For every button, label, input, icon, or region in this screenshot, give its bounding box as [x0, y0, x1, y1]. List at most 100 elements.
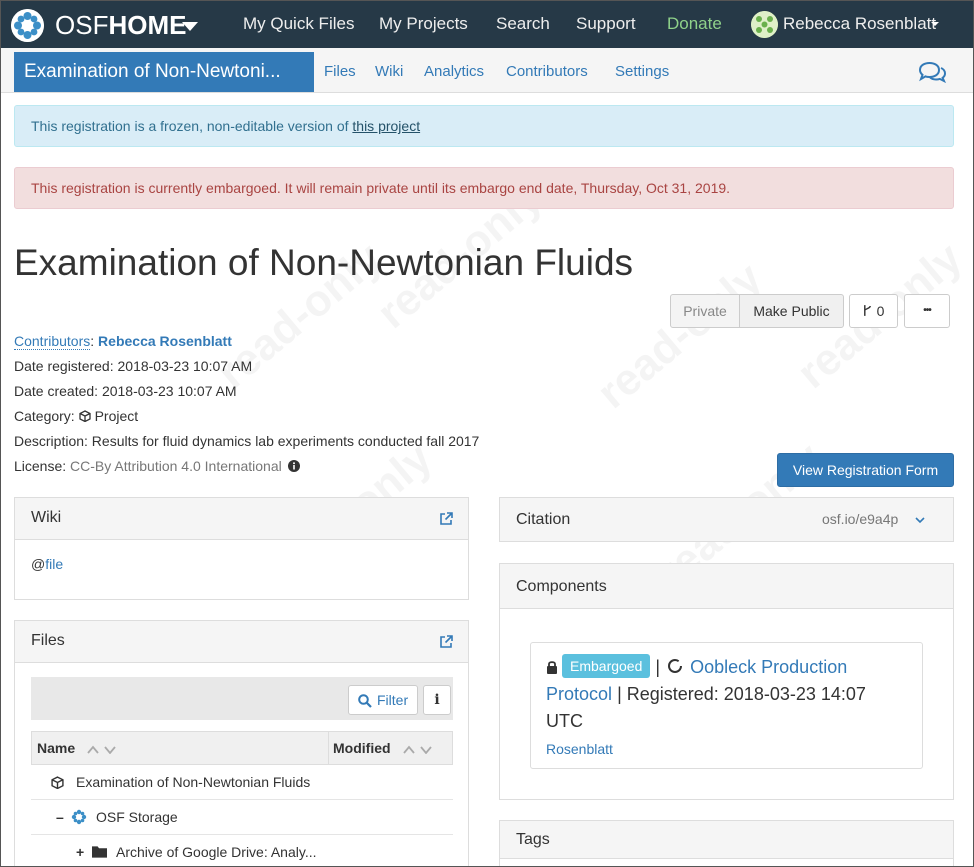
- contributor-link[interactable]: Rebecca Rosenblatt: [98, 333, 232, 349]
- citation-heading: Citation: [516, 511, 571, 528]
- wiki-file-link[interactable]: file: [45, 556, 63, 572]
- date-registered: Date registered: 2018-03-23 10:07 AM: [14, 358, 253, 374]
- cube-icon: [78, 410, 91, 423]
- wiki-panel: Wiki @file: [14, 497, 469, 600]
- component-contributor-link[interactable]: Rosenblatt: [546, 741, 613, 757]
- expand-toggle[interactable]: +: [76, 835, 84, 866]
- osf-logo-icon[interactable]: [11, 9, 44, 42]
- alert-info-text: This registration is a frozen, non-edita…: [31, 118, 353, 134]
- files-panel-header: Files: [15, 621, 468, 663]
- info-circle-icon[interactable]: [287, 460, 300, 472]
- brand-title[interactable]: OSFHOME: [55, 9, 186, 41]
- comments-icon[interactable]: [917, 61, 947, 83]
- project-title-tab[interactable]: Examination of Non-Newtoni...: [14, 52, 314, 92]
- filter-button[interactable]: Filter: [348, 685, 418, 715]
- license-line: License: CC-By Attribution 4.0 Internati…: [14, 457, 300, 475]
- license-label: License:: [14, 458, 71, 474]
- brand-bold: HOME: [108, 10, 187, 40]
- osf-storage-icon: [71, 809, 87, 825]
- column-modified[interactable]: Modified: [333, 740, 391, 756]
- date-created: Date created: 2018-03-23 10:07 AM: [14, 383, 237, 399]
- wiki-heading: Wiki: [31, 509, 62, 526]
- tab-wiki[interactable]: Wiki: [375, 63, 403, 81]
- embargoed-badge: Embargoed: [562, 654, 651, 678]
- fork-count: 0: [876, 303, 885, 319]
- files-panel: Files Filter i Name Modified Examination…: [14, 620, 469, 866]
- components-panel: Components Embargoed | Oobleck Productio…: [499, 563, 954, 800]
- sort-name-icon[interactable]: [87, 745, 117, 757]
- avatar[interactable]: [751, 11, 778, 38]
- nav-donate[interactable]: Donate: [667, 14, 722, 34]
- chevron-down-icon[interactable]: [915, 517, 925, 524]
- folder-icon: [92, 846, 107, 858]
- collapse-toggle[interactable]: –: [56, 800, 64, 834]
- wiki-at: @: [31, 556, 46, 572]
- file-row-name: OSF Storage: [96, 809, 178, 825]
- user-caret-icon[interactable]: [931, 22, 939, 26]
- separator: |: [655, 657, 661, 677]
- file-row[interactable]: Examination of Non-Newtonian Fluids: [31, 765, 453, 800]
- file-row[interactable]: – OSF Storage: [31, 800, 453, 835]
- file-row-name: Examination of Non-Newtonian Fluids: [76, 774, 311, 790]
- file-grid-header: Name Modified: [31, 731, 453, 765]
- components-heading: Components: [516, 578, 607, 595]
- wiki-content: @file: [31, 556, 63, 572]
- category-line: Category: Project: [14, 407, 138, 425]
- tab-contributors[interactable]: Contributors: [506, 63, 588, 81]
- nav-support[interactable]: Support: [576, 14, 636, 34]
- top-navbar: OSFHOME My Quick Files My Projects Searc…: [1, 1, 973, 48]
- make-public-button[interactable]: Make Public: [739, 294, 844, 328]
- external-link-icon[interactable]: [439, 512, 453, 526]
- spinner-icon: [668, 659, 683, 673]
- nav-my-quick-files[interactable]: My Quick Files: [243, 14, 354, 34]
- tab-files[interactable]: Files: [324, 63, 356, 81]
- tags-panel-header: Tags: [500, 821, 953, 859]
- tab-settings[interactable]: Settings: [615, 63, 669, 81]
- more-options-button[interactable]: •••: [904, 294, 950, 328]
- sort-modified-icon[interactable]: [403, 745, 433, 757]
- category-label: Category:: [14, 408, 79, 424]
- wiki-panel-header: Wiki: [15, 498, 468, 540]
- cube-icon: [51, 776, 64, 789]
- tab-analytics[interactable]: Analytics: [424, 63, 484, 81]
- component-summary: Embargoed | Oobleck Production Protocol …: [546, 654, 906, 735]
- fork-icon: [863, 305, 871, 316]
- description: Description: Results for fluid dynamics …: [14, 433, 480, 449]
- citation-value: osf.io/e9a4p: [822, 511, 899, 527]
- nav-search[interactable]: Search: [496, 14, 550, 34]
- browser-frame: read-only read-only read-only read-only …: [0, 0, 974, 867]
- frozen-registration-alert: This registration is a frozen, non-edita…: [14, 105, 954, 147]
- contributors-line: Contributors: Rebecca Rosenblatt: [14, 332, 232, 350]
- contributors-label-link[interactable]: Contributors: [14, 333, 91, 350]
- user-menu[interactable]: Rebecca Rosenblatt: [783, 14, 936, 34]
- view-registration-form-button[interactable]: View Registration Form: [777, 453, 954, 487]
- embargo-alert: This registration is currently embargoed…: [14, 167, 954, 209]
- components-panel-header: Components: [500, 564, 953, 609]
- column-divider: [328, 732, 329, 764]
- citation-panel[interactable]: Citation osf.io/e9a4p: [499, 497, 954, 542]
- tags-heading: Tags: [516, 831, 550, 848]
- tags-panel: Tags: [499, 820, 954, 866]
- project-navbar: Examination of Non-Newtoni... Files Wiki…: [1, 48, 973, 93]
- search-icon: [358, 694, 372, 708]
- filter-label: Filter: [377, 692, 409, 708]
- file-toolbar: Filter i: [31, 677, 453, 720]
- this-project-link[interactable]: this project: [352, 118, 420, 134]
- brand-caret-icon[interactable]: [182, 22, 198, 31]
- license-value[interactable]: CC-By Attribution 4.0 International: [70, 458, 282, 474]
- lock-icon: [547, 661, 557, 674]
- nav-my-projects[interactable]: My Projects: [379, 14, 468, 34]
- colon-separator: :: [90, 333, 99, 349]
- component-card: Embargoed | Oobleck Production Protocol …: [530, 642, 923, 769]
- brand-prefix: OSF: [55, 10, 109, 40]
- category-value: Project: [94, 408, 139, 424]
- private-button[interactable]: Private: [670, 294, 740, 328]
- file-row-name: Archive of Google Drive: Analy...: [116, 844, 317, 860]
- file-info-button[interactable]: i: [423, 685, 451, 715]
- page-title: Examination of Non-Newtonian Fluids: [14, 242, 634, 283]
- files-heading: Files: [31, 632, 65, 649]
- column-name[interactable]: Name: [37, 740, 75, 756]
- file-row[interactable]: + Archive of Google Drive: Analy...: [31, 835, 453, 866]
- fork-button[interactable]: 0: [849, 294, 898, 328]
- external-link-icon[interactable]: [439, 635, 453, 649]
